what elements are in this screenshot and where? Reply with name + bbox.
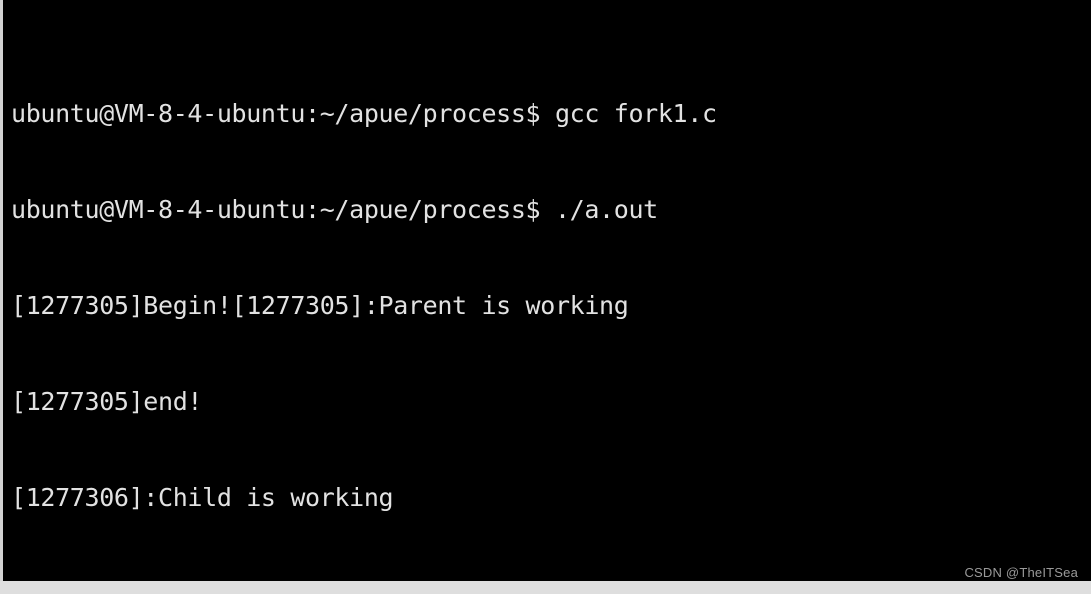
screenshot-root: ubuntu@VM-8-4-ubuntu:~/apue/process$ gcc… — [0, 0, 1091, 594]
terminal-window[interactable]: ubuntu@VM-8-4-ubuntu:~/apue/process$ gcc… — [0, 0, 1091, 581]
terminal-line: [1277306]:Child is working — [11, 482, 1091, 514]
terminal-console-output[interactable]: ubuntu@VM-8-4-ubuntu:~/apue/process$ gcc… — [11, 2, 1091, 581]
terminal-line-text: [1277305]end! — [11, 387, 203, 416]
terminal-line-text: ubuntu@VM-8-4-ubuntu:~/apue/process$ gcc… — [11, 99, 717, 128]
terminal-line: ubuntu@VM-8-4-ubuntu:~/apue/process$ ./a… — [11, 194, 1091, 226]
terminal-line: [1277305]Begin![1277305]:Parent is worki… — [11, 290, 1091, 322]
terminal-line: [1277305]end! — [11, 386, 1091, 418]
terminal-line-text: [1277305]Begin![1277305]:Parent is worki… — [11, 291, 629, 320]
terminal-line-text: ubuntu@VM-8-4-ubuntu:~/apue/process$ ./a… — [11, 195, 658, 224]
watermark-label: CSDN @TheITSea — [964, 565, 1078, 580]
terminal-line-text: [1277306]:Child is working — [11, 483, 394, 512]
page-bottom-strip — [0, 581, 1091, 594]
terminal-line: ubuntu@VM-8-4-ubuntu:~/apue/process$ gcc… — [11, 98, 1091, 130]
